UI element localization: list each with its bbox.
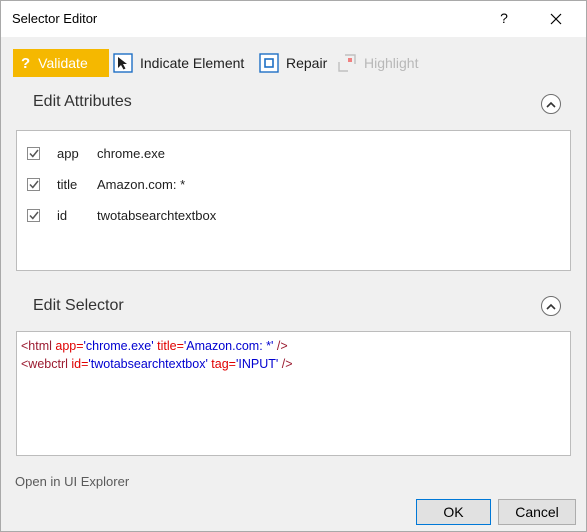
attribute-value[interactable]: chrome.exe: [97, 146, 165, 161]
attribute-name: title: [57, 176, 78, 192]
ok-button[interactable]: OK: [416, 499, 491, 525]
highlight-icon: [338, 54, 356, 72]
code-value: 'twotabsearchtextbox': [88, 357, 208, 371]
attribute-checkbox-title[interactable]: [27, 177, 40, 191]
edit-attributes-heading: Edit Attributes: [33, 93, 132, 110]
checkmark-icon: [28, 149, 39, 158]
validate-label: Validate: [38, 55, 88, 71]
window-title: Selector Editor: [12, 11, 98, 26]
code-attr: tag=: [207, 357, 236, 371]
question-icon: ?: [500, 10, 508, 26]
attribute-checkbox-app[interactable]: [27, 146, 40, 160]
attribute-name: id: [57, 207, 68, 223]
toolbar: ? Validate Indicate Element Repair Highl…: [1, 45, 586, 81]
attribute-value[interactable]: Amazon.com: *: [97, 177, 185, 192]
close-icon: [550, 13, 562, 25]
selector-editor-window: Selector Editor ? ? Validate Indicate El…: [0, 0, 587, 532]
repair-label: Repair: [286, 55, 328, 71]
code-value: 'Amazon.com: *': [183, 339, 274, 353]
collapse-attributes-button[interactable]: [541, 94, 561, 114]
close-button[interactable]: [542, 5, 570, 33]
title-bar: Selector Editor ?: [1, 1, 586, 37]
code-attr: id=: [71, 357, 89, 371]
code-tag: <webctrl: [21, 357, 72, 371]
repair-target-icon: [259, 53, 279, 73]
attribute-name: app: [57, 145, 79, 161]
attribute-checkbox-id[interactable]: [27, 208, 40, 222]
open-in-ui-explorer-link[interactable]: Open in UI Explorer: [15, 474, 129, 489]
code-attr: app=: [55, 339, 84, 353]
help-button[interactable]: ?: [491, 5, 517, 31]
checkmark-icon: [28, 180, 39, 189]
repair-button[interactable]: Repair: [259, 49, 327, 77]
selector-editor-textbox[interactable]: <html app='chrome.exe' title='Amazon.com…: [16, 331, 571, 456]
code-value: 'chrome.exe': [83, 339, 154, 353]
attributes-panel: app chrome.exe title Amazon.com: * id tw…: [16, 130, 571, 271]
code-value: 'INPUT': [235, 357, 279, 371]
attribute-value[interactable]: twotabsearchtextbox: [97, 208, 216, 223]
code-tag: />: [278, 357, 293, 371]
highlight-button[interactable]: Highlight: [337, 49, 418, 77]
edit-selector-heading: Edit Selector: [33, 297, 124, 314]
code-tag: <html: [21, 339, 56, 353]
checkmark-icon: [28, 211, 39, 220]
collapse-selector-button[interactable]: [541, 296, 561, 316]
attribute-row-title: title Amazon.com: *: [27, 174, 185, 194]
code-attr: title=: [153, 339, 184, 353]
selector-line-1: <html app='chrome.exe' title='Amazon.com…: [21, 339, 288, 353]
code-tag: />: [273, 339, 288, 353]
highlight-label: Highlight: [364, 55, 419, 71]
cancel-button[interactable]: Cancel: [498, 499, 576, 525]
selector-code: <html app='chrome.exe' title='Amazon.com…: [21, 337, 293, 373]
chevron-up-icon: [546, 101, 556, 108]
validate-button[interactable]: ? Validate: [13, 49, 109, 77]
indicate-element-button[interactable]: Indicate Element: [113, 49, 244, 77]
indicate-element-label: Indicate Element: [140, 55, 245, 71]
attribute-row-id: id twotabsearchtextbox: [27, 205, 216, 225]
chevron-up-icon: [546, 303, 556, 310]
selector-line-2: <webctrl id='twotabsearchtextbox' tag='I…: [21, 357, 293, 371]
attribute-row-app: app chrome.exe: [27, 143, 165, 163]
question-icon: ?: [21, 54, 31, 72]
cursor-target-icon: [113, 53, 133, 73]
